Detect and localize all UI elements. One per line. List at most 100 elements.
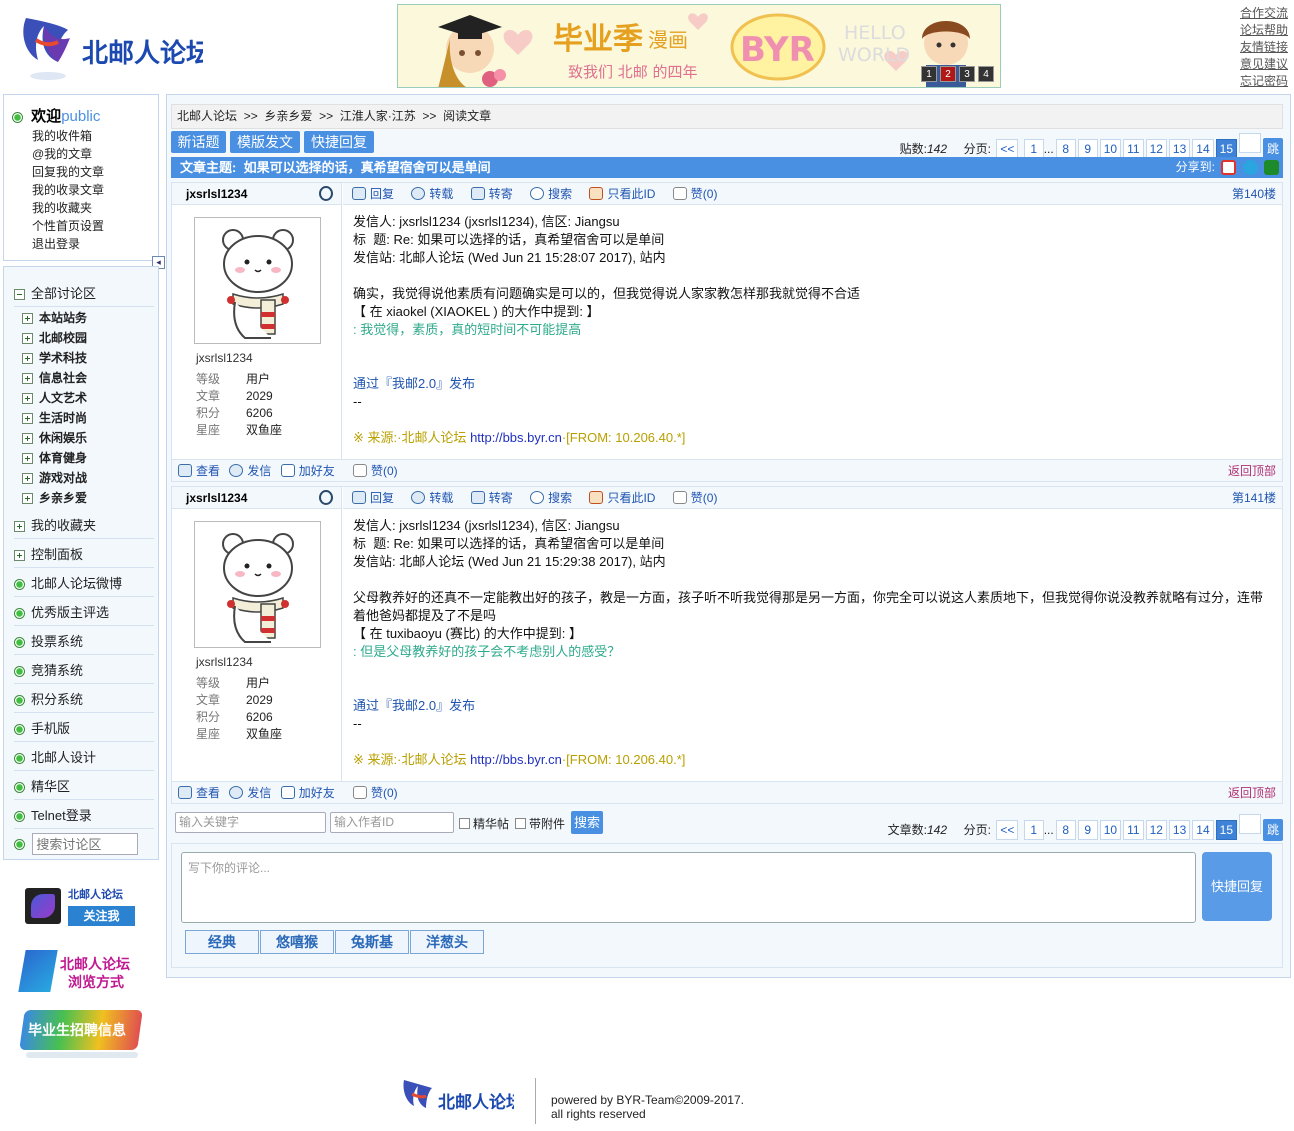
crumb-home[interactable]: 北邮人论坛 — [177, 109, 237, 123]
nav-link[interactable]: 北邮人论坛微博 — [14, 573, 154, 597]
repost-action[interactable]: 转载 — [411, 491, 453, 505]
username[interactable]: public — [61, 108, 100, 125]
page-link[interactable]: 1 — [1023, 820, 1044, 840]
avatar[interactable] — [194, 217, 321, 344]
back-to-top-link[interactable]: 返回顶部 — [1228, 460, 1276, 482]
slide-dot[interactable]: 4 — [978, 66, 994, 82]
nav-section[interactable]: 体育健身 — [22, 449, 87, 466]
nav-section[interactable]: 学术科技 — [22, 349, 87, 366]
page-link[interactable]: 12 — [1145, 820, 1167, 840]
nav-section[interactable]: 人文艺术 — [22, 389, 87, 406]
browse-mode-promo[interactable]: 北邮人论坛 浏览方式 — [18, 944, 140, 996]
source-link[interactable]: http://bbs.byr.cn — [470, 752, 562, 767]
view-profile-action[interactable]: 查看 — [178, 786, 220, 800]
page-link[interactable]: 11 — [1123, 139, 1144, 159]
template-post-button[interactable]: 模版发文 — [230, 131, 300, 153]
page-link[interactable]: 10 — [1099, 820, 1122, 840]
reply-textarea[interactable]: 写下你的评论... — [181, 852, 1196, 923]
page-link[interactable]: 14 — [1192, 820, 1214, 840]
banner-carousel[interactable]: 毕业季 漫画 致我们 北邮 的四年 BYR HELLO WORLD 1 2 3 … — [397, 4, 1001, 88]
nav-section[interactable]: 本站站务 — [22, 309, 87, 326]
menu-favorites[interactable]: 我的收藏夹 — [32, 199, 104, 217]
add-friend-action[interactable]: 加好友 — [280, 464, 335, 478]
emoji-tab-classic[interactable]: 经典 — [185, 930, 259, 954]
nav-section[interactable]: 信息社会 — [22, 369, 87, 386]
author-search-input[interactable]: 输入作者ID — [330, 812, 454, 833]
link-forgot-password[interactable]: 忘记密码 — [1240, 73, 1288, 90]
digest-checkbox[interactable]: 精华帖 — [459, 815, 509, 832]
crumb-section[interactable]: 乡亲乡爱 — [264, 109, 312, 123]
reply-action[interactable]: 回复 — [352, 187, 394, 201]
like-footer[interactable]: 赞(0) — [353, 782, 398, 804]
link-feedback[interactable]: 意见建议 — [1240, 56, 1288, 73]
search-action[interactable]: 搜索 — [530, 187, 572, 201]
link-help[interactable]: 论坛帮助 — [1240, 22, 1288, 39]
nav-section[interactable]: 北邮校园 — [22, 329, 87, 346]
menu-collected[interactable]: 我的收录文章 — [32, 181, 104, 199]
nav-link[interactable]: 手机版 — [14, 718, 154, 742]
keyword-search-input[interactable]: 输入关键字 — [175, 812, 326, 833]
only-author-action[interactable]: 只看此ID — [589, 187, 655, 201]
page-link[interactable]: 14 — [1192, 139, 1214, 159]
slide-dot-active[interactable]: 2 — [940, 66, 956, 82]
site-logo[interactable]: 北邮人论坛 — [18, 12, 212, 86]
page-link[interactable]: 8 — [1055, 139, 1076, 159]
floor-number[interactable]: 第141楼 — [1232, 487, 1276, 509]
emoji-tab-onion[interactable]: 洋葱头 — [410, 930, 484, 954]
crumb-board[interactable]: 江淮人家·江苏 — [340, 109, 416, 123]
page-current[interactable]: 15 — [1215, 820, 1237, 840]
page-jump-input[interactable] — [1239, 133, 1261, 153]
back-to-top-link[interactable]: 返回顶部 — [1228, 782, 1276, 804]
weibo-promo[interactable]: 北邮人论坛 关注我 — [20, 884, 140, 930]
search-button[interactable]: 搜索 — [571, 811, 603, 834]
nav-link[interactable]: 积分系统 — [14, 689, 154, 713]
page-link[interactable]: 10 — [1099, 139, 1122, 159]
page-current[interactable]: 15 — [1215, 139, 1237, 159]
author-id[interactable]: jxsrlsl1234 — [186, 491, 247, 505]
menu-inbox[interactable]: 我的收件箱 — [32, 127, 104, 145]
menu-homepage-settings[interactable]: 个性首页设置 — [32, 217, 104, 235]
link-cooperation[interactable]: 合作交流 — [1240, 5, 1288, 22]
nav-link[interactable]: 精华区 — [14, 776, 154, 800]
page-jump-input[interactable] — [1239, 814, 1261, 834]
like-action[interactable]: 赞(0) — [672, 187, 717, 201]
emoji-tab-tuzki[interactable]: 兔斯基 — [335, 930, 409, 954]
nav-section[interactable]: 生活时尚 — [22, 409, 87, 426]
douban-share-icon[interactable] — [1264, 160, 1279, 176]
quick-reply-button[interactable]: 快捷回复 — [304, 131, 374, 153]
like-action[interactable]: 赞(0) — [672, 491, 717, 505]
forward-action[interactable]: 转寄 — [470, 491, 513, 505]
new-topic-button[interactable]: 新话题 — [171, 131, 226, 153]
page-prev[interactable]: << — [996, 139, 1019, 159]
follow-button[interactable]: 关注我 — [68, 906, 135, 926]
source-link[interactable]: http://bbs.byr.cn — [470, 430, 562, 445]
page-jump-button[interactable]: 跳 — [1263, 819, 1283, 841]
repost-action[interactable]: 转载 — [411, 187, 453, 201]
nav-link[interactable]: 竞猜系统 — [14, 660, 154, 684]
page-link[interactable]: 13 — [1168, 820, 1191, 840]
page-link[interactable]: 13 — [1168, 139, 1191, 159]
publish-via-link[interactable]: 通过『我邮2.0』发布 — [353, 375, 1272, 393]
qzone-share-icon[interactable] — [1242, 160, 1258, 176]
page-link[interactable]: 1 — [1023, 139, 1044, 159]
add-friend-action[interactable]: 加好友 — [280, 786, 335, 800]
submit-reply-button[interactable]: 快捷回复 — [1202, 852, 1272, 921]
publish-via-link[interactable]: 通过『我邮2.0』发布 — [353, 697, 1272, 715]
board-search-input[interactable] — [32, 833, 139, 855]
nav-link[interactable]: 投票系统 — [14, 631, 154, 655]
floor-number[interactable]: 第140楼 — [1232, 183, 1276, 205]
reply-action[interactable]: 回复 — [352, 491, 394, 505]
view-profile-action[interactable]: 查看 — [178, 464, 220, 478]
link-friends[interactable]: 友情链接 — [1240, 39, 1288, 56]
menu-logout[interactable]: 退出登录 — [32, 235, 104, 253]
nav-section[interactable]: 休闲娱乐 — [22, 429, 87, 446]
nav-link[interactable]: 优秀版主评选 — [14, 602, 154, 626]
slide-dot[interactable]: 1 — [921, 66, 937, 82]
nav-all-boards[interactable]: 全部讨论区 — [14, 283, 154, 307]
slide-dot[interactable]: 3 — [959, 66, 975, 82]
page-link[interactable]: 9 — [1077, 820, 1098, 840]
page-link[interactable]: 9 — [1077, 139, 1098, 159]
nav-link[interactable]: 北邮人设计 — [14, 747, 154, 771]
emoji-tab-monkey[interactable]: 悠嘻猴 — [260, 930, 334, 954]
send-mail-action[interactable]: 发信 — [229, 786, 271, 800]
